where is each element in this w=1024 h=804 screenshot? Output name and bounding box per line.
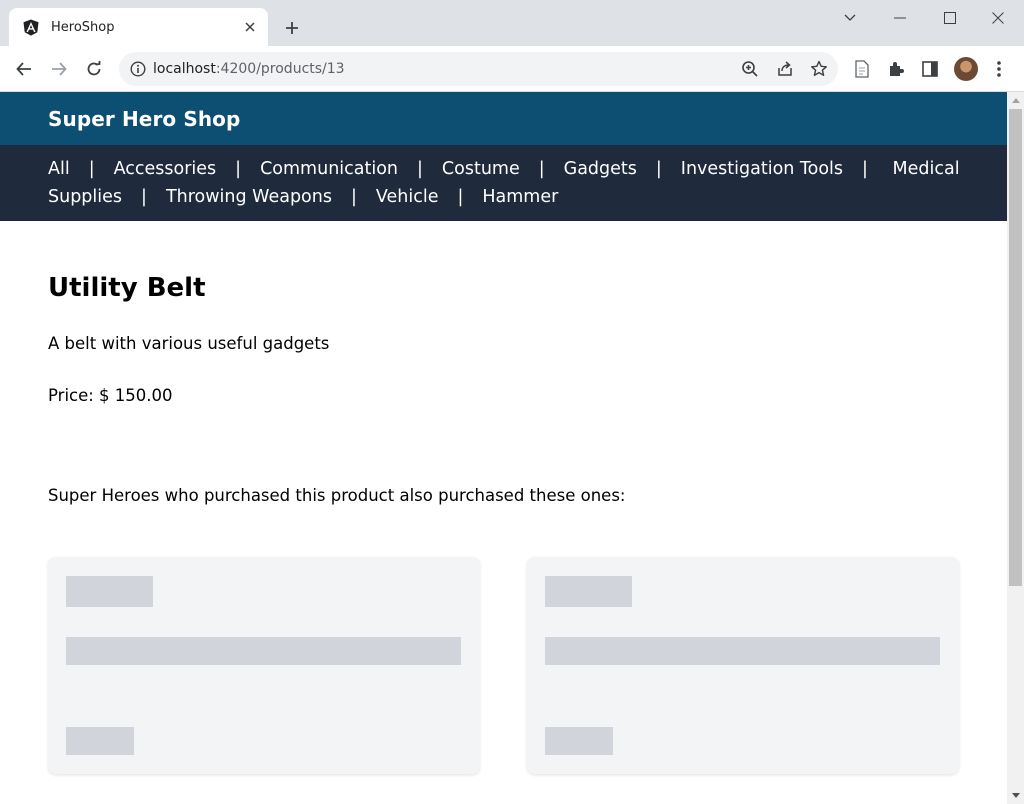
product-description: A belt with various useful gadgets [48,334,330,353]
page-icon[interactable] [851,58,873,80]
scroll-up-icon[interactable] [1007,92,1024,109]
skeleton-title [545,576,632,607]
category-separator: | [417,159,423,179]
minimize-icon[interactable] [888,6,912,30]
side-panel-icon[interactable] [919,58,941,80]
zoom-icon[interactable] [740,59,760,79]
product-card-skeleton [527,557,959,774]
category-link-investigation-tools[interactable]: Investigation Tools [681,159,843,179]
new-tab-button[interactable] [280,16,304,40]
close-icon[interactable] [238,15,262,39]
skeleton-price [545,727,613,755]
forward-arrow-icon[interactable] [47,57,71,81]
category-link-vehicle[interactable]: Vehicle [376,187,439,207]
related-products-heading: Super Heroes who purchased this product … [48,486,626,505]
page-viewport: Super Hero Shop All | Accessories | Communic… [0,92,1007,804]
category-nav: All | Accessories | Communication | Costume | Ga… [0,145,1007,221]
profile-avatar[interactable] [954,57,978,81]
scrollbar-thumb[interactable] [1009,109,1022,586]
info-icon[interactable] [129,60,147,78]
category-separator: | [350,187,357,207]
skeleton-title [66,576,153,607]
product-card-skeleton [48,557,480,774]
reload-icon[interactable] [82,57,106,81]
category-separator: | [457,187,464,207]
menu-icon[interactable] [988,58,1010,80]
skeleton-description [545,637,940,665]
category-separator: | [538,159,545,179]
product-detail: Utility Belt A belt with various useful … [0,221,1007,507]
category-link-throwing-weapons[interactable]: Throwing Weapons [166,187,332,207]
maximize-icon[interactable] [938,6,962,30]
category-link-gadgets[interactable]: Gadgets [564,159,637,179]
extensions-icon[interactable] [885,58,907,80]
browser-toolbar: localhost:4200/products/13 [0,46,1024,92]
category-link-costume[interactable]: Costume [442,159,520,179]
product-price: Price: $ 150.00 [48,386,173,405]
share-icon[interactable] [775,59,795,79]
address-bar[interactable]: localhost:4200/products/13 [119,52,838,86]
category-link-accessories[interactable]: Accessories [114,159,217,179]
app-title[interactable]: Super Hero Shop [48,107,240,131]
category-separator: | [655,159,662,179]
angular-icon [22,18,40,36]
related-products-list [48,557,960,774]
window-close-icon[interactable] [986,6,1010,30]
category-separator: | [862,159,868,179]
tab-title: HeroShop [51,19,115,35]
category-separator: | [141,187,147,207]
skeleton-price [66,727,134,755]
url-text[interactable]: localhost:4200/products/13 [153,60,345,78]
category-link-communication[interactable]: Communication [260,159,398,179]
tab-strip: HeroShop [0,0,1024,46]
category-separator: | [235,159,242,179]
category-link-all[interactable]: All [48,159,70,179]
category-link-hammer[interactable]: Hammer [482,187,558,207]
star-icon[interactable] [809,59,829,79]
browser-tab[interactable]: HeroShop [9,8,268,46]
vertical-scrollbar[interactable] [1007,92,1024,804]
skeleton-description [66,637,461,665]
back-arrow-icon[interactable] [12,57,36,81]
product-name: Utility Belt [48,273,206,303]
chevron-down-icon[interactable] [838,6,862,30]
scroll-down-icon[interactable] [1007,787,1024,804]
category-separator: | [88,159,95,179]
app-header: Super Hero Shop [0,92,1007,145]
